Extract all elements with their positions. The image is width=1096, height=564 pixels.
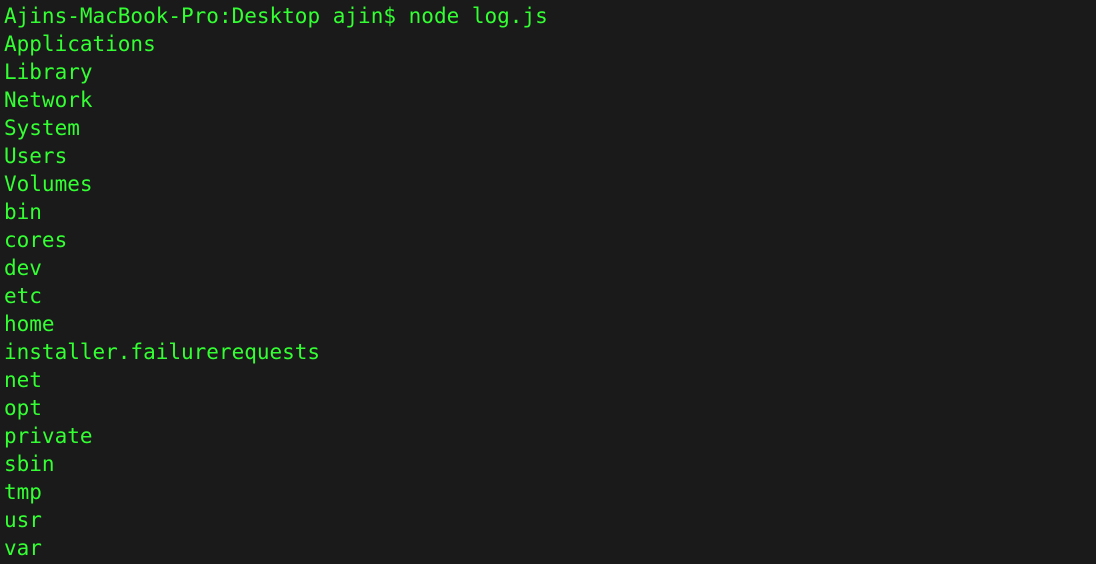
output-line: System bbox=[4, 114, 1092, 142]
output-line: Volumes bbox=[4, 170, 1092, 198]
output-line: Network bbox=[4, 86, 1092, 114]
output-line: Applications bbox=[4, 30, 1092, 58]
prompt-path: Desktop bbox=[232, 4, 321, 28]
command-text: node log.js bbox=[409, 4, 548, 28]
prompt-separator-colon: : bbox=[219, 4, 232, 28]
output-line: Users bbox=[4, 142, 1092, 170]
output-line: private bbox=[4, 422, 1092, 450]
prompt-host: Ajins-MacBook-Pro bbox=[4, 4, 219, 28]
prompt-symbol: $ bbox=[383, 4, 396, 28]
output-line: tmp bbox=[4, 478, 1092, 506]
prompt-user: ajin bbox=[333, 4, 384, 28]
output-line: Library bbox=[4, 58, 1092, 86]
output-line: installer.failurerequests bbox=[4, 338, 1092, 366]
output-line: dev bbox=[4, 254, 1092, 282]
prompt-command-space bbox=[396, 4, 409, 28]
prompt-space bbox=[320, 4, 333, 28]
output-line: bin bbox=[4, 198, 1092, 226]
output-line: usr bbox=[4, 506, 1092, 534]
output-line: home bbox=[4, 310, 1092, 338]
command-line: Ajins-MacBook-Pro:Desktop ajin$ node log… bbox=[4, 2, 1092, 30]
output-line: etc bbox=[4, 282, 1092, 310]
terminal-window[interactable]: Ajins-MacBook-Pro:Desktop ajin$ node log… bbox=[4, 2, 1092, 562]
output-line: cores bbox=[4, 226, 1092, 254]
output-line: sbin bbox=[4, 450, 1092, 478]
output-line: var bbox=[4, 534, 1092, 562]
output-line: net bbox=[4, 366, 1092, 394]
output-line: opt bbox=[4, 394, 1092, 422]
